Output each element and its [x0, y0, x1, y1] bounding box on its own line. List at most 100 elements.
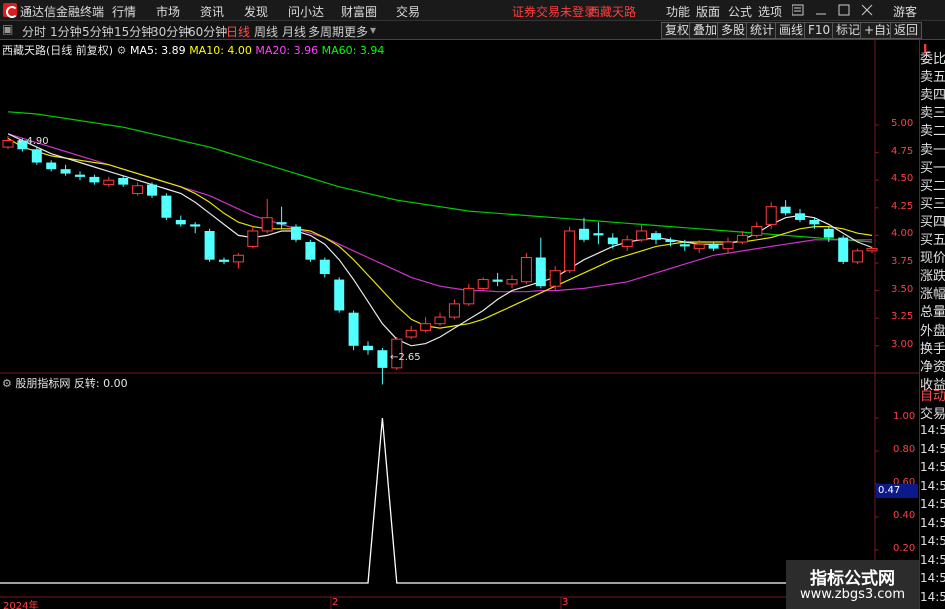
candle-body	[405, 329, 417, 338]
candle[interactable]	[506, 275, 518, 289]
candle[interactable]	[103, 176, 115, 187]
candle[interactable]	[60, 164, 71, 176]
tick-time-8: 14:56	[920, 571, 945, 585]
candle-body	[520, 256, 532, 283]
candle[interactable]	[795, 208, 805, 223]
candle[interactable]	[232, 253, 244, 269]
indicator-settings-icon[interactable]: ⚙	[2, 377, 12, 390]
candle[interactable]	[579, 217, 589, 243]
candle[interactable]	[75, 171, 85, 181]
candle[interactable]	[520, 253, 532, 284]
candle-body	[348, 312, 359, 346]
candle[interactable]	[549, 266, 561, 291]
trade-label[interactable]: 交易	[920, 403, 945, 422]
quote-field-13: 涨幅	[920, 287, 945, 303]
x-label-mar: 3	[562, 597, 569, 608]
ma60-line	[7, 111, 873, 243]
quote-field-4: 卖二	[920, 124, 945, 140]
candle[interactable]	[161, 193, 172, 220]
quote-field-11: 现价	[920, 251, 945, 267]
candle[interactable]	[132, 182, 144, 196]
candle[interactable]	[708, 242, 719, 251]
candle-body	[319, 259, 330, 275]
candle[interactable]	[147, 182, 157, 198]
candle-body	[448, 303, 460, 318]
candle[interactable]	[463, 283, 475, 307]
tick-time-5: 14:56	[920, 515, 945, 530]
candle[interactable]	[420, 317, 432, 333]
candle[interactable]	[751, 222, 763, 238]
candle[interactable]	[377, 348, 388, 385]
candle-body	[593, 233, 604, 236]
watermark: 指标公式网 www.zbgs3.com	[786, 560, 919, 609]
candle[interactable]	[636, 224, 648, 243]
candle[interactable]	[190, 222, 201, 234]
candle[interactable]	[564, 226, 576, 273]
candle[interactable]	[607, 233, 618, 249]
candle[interactable]	[291, 224, 301, 243]
candle[interactable]	[247, 226, 259, 249]
watermark-url: www.zbgs3.com	[799, 587, 906, 602]
tick-time-6: 14:56	[920, 534, 945, 548]
candle[interactable]	[363, 341, 373, 355]
candle[interactable]	[651, 230, 661, 245]
candle[interactable]	[348, 310, 359, 351]
candle-body	[463, 287, 475, 305]
candle[interactable]	[405, 325, 417, 340]
candle-body	[2, 139, 14, 148]
auto-label[interactable]: 自动	[920, 385, 945, 404]
candle[interactable]	[780, 200, 791, 216]
candle-body	[809, 219, 820, 225]
candle[interactable]	[477, 277, 489, 291]
candle-body	[161, 195, 172, 218]
quote-field-2: 卖四	[920, 88, 945, 104]
candle-body	[276, 222, 287, 225]
quote-field-9: 买四	[920, 214, 945, 230]
candle-body	[823, 228, 834, 238]
high-price-label: ←4.90	[18, 136, 49, 147]
candle[interactable]	[492, 272, 503, 287]
candle[interactable]	[838, 235, 849, 265]
candle[interactable]	[204, 228, 215, 262]
candle[interactable]	[89, 174, 100, 185]
candle[interactable]	[2, 136, 14, 150]
candle-body	[75, 174, 85, 177]
candle[interactable]	[46, 160, 57, 172]
candle-body	[751, 226, 763, 236]
candle[interactable]	[31, 147, 42, 165]
quote-field-1: 卖五	[920, 70, 945, 86]
candle[interactable]	[722, 237, 734, 254]
candle[interactable]	[219, 257, 229, 265]
x-label-year: 2024年	[3, 601, 39, 609]
candle[interactable]	[334, 277, 345, 313]
candle-body	[190, 224, 201, 227]
candle[interactable]	[535, 237, 546, 289]
indicator-tick-label: 0.20	[893, 543, 916, 554]
candle[interactable]	[621, 235, 633, 251]
candle[interactable]	[852, 248, 864, 265]
candle[interactable]	[434, 312, 446, 326]
candle-body	[736, 234, 748, 243]
candle[interactable]	[319, 257, 330, 278]
candle-body	[607, 237, 618, 245]
kline-chart[interactable]: ←4.90 ←2.65	[0, 0, 945, 609]
indicator-legend: ⚙ 股朋指标网 反转: 0.00	[2, 375, 128, 391]
x-label-feb: 2	[332, 597, 339, 608]
candle[interactable]	[175, 215, 186, 227]
indicator-current-value: 0.47	[876, 484, 918, 498]
quote-panel: L 委比 卖五 卖四 卖三 卖二 卖一 买一 买二 买三 买四 买五 现价 涨跌 涨幅 总量 外盘 换手 净资 收益…	[919, 40, 945, 609]
candle-body	[261, 217, 273, 232]
candle[interactable]	[765, 202, 777, 229]
quote-field-8: 买三	[920, 196, 945, 212]
candle[interactable]	[261, 198, 273, 234]
low-price-label: ←2.65	[390, 352, 421, 363]
tick-time-9: 14:56	[920, 589, 945, 604]
candle[interactable]	[448, 299, 460, 320]
candle[interactable]	[593, 222, 604, 245]
candle-body	[305, 242, 316, 260]
tick-time-1: 14:56	[920, 441, 945, 456]
indicator-tick-label: 1.00	[893, 411, 916, 422]
candle-body	[477, 279, 489, 289]
candle[interactable]	[736, 230, 748, 245]
candle[interactable]	[305, 239, 316, 262]
